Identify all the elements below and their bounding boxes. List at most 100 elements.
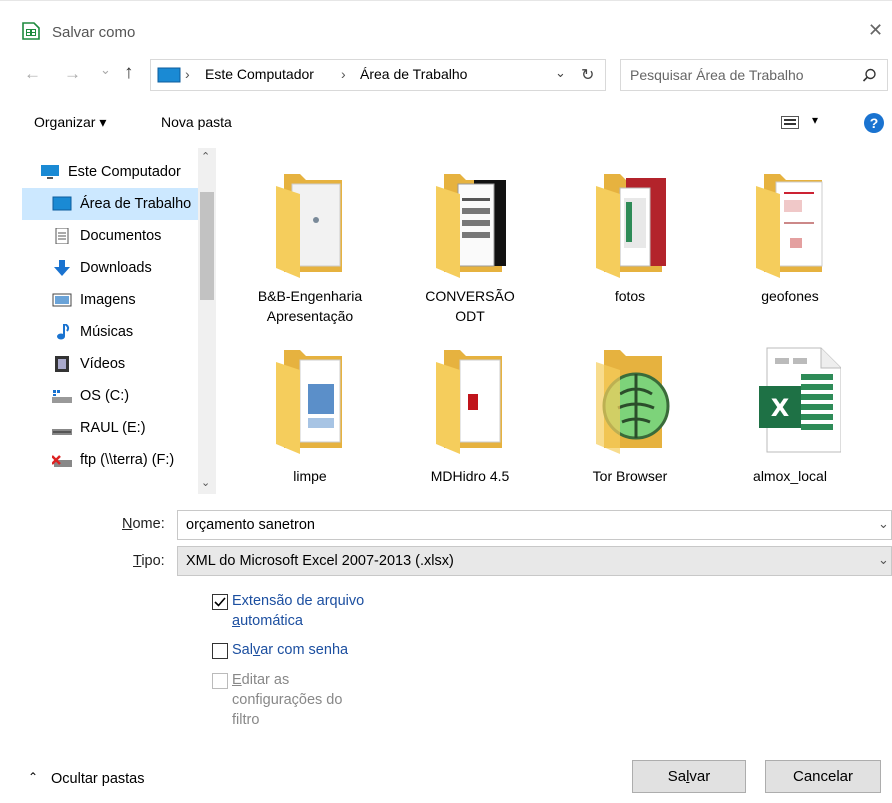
sidebar-item-label: Downloads (80, 260, 152, 276)
view-options-icon[interactable] (781, 116, 799, 129)
file-name: geofones (761, 288, 819, 304)
filter-label-line3: filtro (232, 712, 260, 728)
search-icon (862, 68, 876, 82)
navigation-scrollbar-thumb[interactable] (200, 192, 214, 300)
folder-icon (756, 174, 823, 278)
sidebar-item-este-computador[interactable]: Este Computador (22, 156, 198, 188)
name-label-accesskey: N (122, 516, 133, 532)
file-name: B&B-Engenharia (257, 288, 363, 304)
close-icon[interactable]: ✕ (868, 20, 883, 41)
documents-icon (55, 228, 69, 244)
navigation-pane: Este Computador Área de Trabalho Documen… (22, 148, 218, 494)
toolbar: Organizar ▾ Nova pasta ▾ ? (0, 102, 892, 142)
sidebar-item-documentos[interactable]: Documentos (22, 220, 198, 252)
save-with-password-label[interactable]: Salvar com senha (232, 640, 348, 660)
usb-drive-icon (52, 429, 72, 435)
file-type-value: XML do Microsoft Excel 2007-2013 (.xlsx) (186, 553, 454, 569)
sidebar-item-videos[interactable]: Vídeos (22, 348, 198, 380)
desktop-icon (52, 196, 72, 211)
back-arrow-icon[interactable]: ← (24, 64, 41, 84)
edit-filter-settings-checkbox (212, 673, 228, 689)
file-name: limpe (293, 468, 327, 484)
edit-filter-settings-label: Editar as configurações do filtro (232, 670, 342, 730)
name-label-rest: ome: (132, 516, 165, 532)
sidebar-item-label: Documentos (80, 228, 162, 244)
file-name: almox_local (753, 468, 827, 484)
sidebar-item-imagens[interactable]: Imagens (22, 284, 198, 316)
downloads-icon (54, 260, 70, 276)
folder-icon (436, 350, 502, 454)
filter-label-line1: ditar as (241, 672, 290, 688)
auto-extension-label[interactable]: Extensão de arquivo automática (232, 591, 364, 631)
sidebar-item-os-c[interactable]: OS (C:) (22, 380, 198, 412)
window-title: Salvar como (52, 24, 136, 41)
sidebar-item-label: Músicas (80, 324, 134, 340)
help-icon[interactable]: ? (864, 113, 884, 133)
file-name-line2: Apresentação (266, 308, 354, 324)
sidebar-item-label: Este Computador (68, 164, 181, 180)
drive-icon (52, 390, 72, 403)
file-name-value: orçamento sanetron (186, 517, 315, 533)
chevron-up-icon[interactable]: ⌃ (28, 770, 38, 784)
refresh-icon[interactable]: ↻ (581, 65, 594, 85)
sidebar-item-downloads[interactable]: Downloads (22, 252, 198, 284)
pictures-icon (52, 293, 72, 307)
type-label: Tipo: (133, 553, 165, 569)
type-label-rest: ipo: (141, 553, 165, 569)
auto-extension-line2: utomática (240, 613, 303, 629)
file-list-scrollbar[interactable] (876, 148, 892, 494)
filter-label-line2: configurações do (232, 692, 343, 708)
password-label-pre: Sal (232, 642, 253, 658)
scroll-down-icon[interactable]: ⌄ (201, 476, 210, 489)
filter-label-accesskey: E (232, 672, 242, 688)
breadcrumb-este-computador[interactable]: Este Computador (205, 66, 314, 82)
type-dropdown-icon[interactable]: ⌄ (878, 552, 889, 568)
save-with-password-checkbox[interactable] (212, 643, 228, 659)
organize-button[interactable]: Organizar ▾ (34, 114, 106, 131)
scroll-up-icon[interactable]: ⌃ (201, 150, 210, 163)
folder-icon (276, 174, 342, 278)
folder-icon (596, 174, 666, 278)
sidebar-item-raul-e[interactable]: RAUL (E:) (22, 412, 198, 444)
address-bar[interactable]: › Este Computador › Área de Trabalho ⌄ ↻ (150, 59, 606, 91)
password-label-rest: ar com senha (260, 642, 349, 658)
videos-icon (55, 356, 69, 372)
file-name: Tor Browser (592, 468, 668, 484)
libreoffice-calc-icon (22, 22, 40, 40)
sidebar-item-label: Área de Trabalho (80, 196, 192, 212)
forward-arrow-icon[interactable]: → (64, 64, 81, 84)
breadcrumb-area-de-trabalho[interactable]: Área de Trabalho (360, 66, 467, 82)
sidebar-item-label: OS (C:) (80, 388, 130, 404)
file-name: fotos (614, 288, 646, 304)
file-name: MDHidro 4.5 (430, 468, 510, 484)
name-label: Nome: (122, 516, 165, 532)
save-button[interactable]: Sa l var (632, 760, 746, 793)
search-input[interactable]: Pesquisar Área de Trabalho (620, 59, 888, 91)
name-dropdown-icon[interactable]: ⌄ (878, 516, 889, 532)
sidebar-item-musicas[interactable]: Músicas (22, 316, 198, 348)
network-drive-icon (52, 455, 72, 467)
file-list: B&B-Engenharia Apresentação CONVERSÃO OD… (220, 148, 892, 494)
computer-icon (157, 67, 181, 83)
cancel-button[interactable]: Cancelar (765, 760, 881, 793)
sidebar-item-ftp-terra-f[interactable]: ftp (\\terra) (F:) (22, 444, 198, 476)
file-type-select[interactable]: XML do Microsoft Excel 2007-2013 (.xlsx)… (177, 546, 892, 576)
recent-locations-icon[interactable]: ⌄ (100, 62, 111, 78)
file-name: CONVERSÃO (425, 288, 515, 304)
breadcrumb-separator: › (185, 66, 190, 82)
sidebar-item-label: RAUL (E:) (80, 420, 146, 436)
breadcrumb-separator: › (341, 66, 346, 82)
file-name-input[interactable]: orçamento sanetron ⌄ (177, 510, 892, 540)
new-folder-button[interactable]: Nova pasta (161, 114, 232, 130)
hide-folders-button[interactable]: Ocultar pastas (51, 771, 145, 787)
checkmark-icon (214, 597, 226, 607)
address-dropdown-icon[interactable]: ⌄ (555, 65, 566, 81)
computer-icon (41, 165, 59, 179)
view-dropdown-icon[interactable]: ▾ (812, 113, 818, 127)
search-placeholder: Pesquisar Área de Trabalho (630, 67, 804, 83)
up-arrow-icon[interactable]: ↑ (124, 62, 134, 84)
sidebar-item-area-de-trabalho[interactable]: Área de Trabalho (22, 188, 198, 220)
sidebar-item-label: Imagens (80, 292, 136, 308)
sidebar-item-label: Vídeos (80, 356, 126, 372)
auto-extension-checkbox[interactable] (212, 594, 228, 610)
